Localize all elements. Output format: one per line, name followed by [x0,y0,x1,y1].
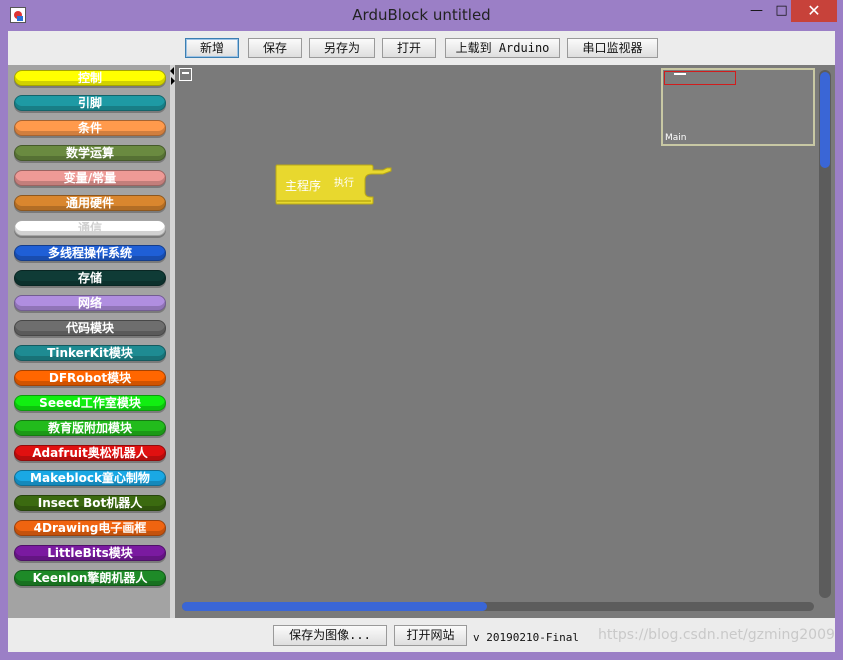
main-block-label: 主程序 [285,179,322,193]
version-label: v 20190210-Final [473,631,579,644]
category-button[interactable]: DFRobot模块 [14,370,166,386]
vertical-scrollbar[interactable] [819,70,831,598]
save-button[interactable]: 保存 [248,38,302,58]
new-button[interactable]: 新增 [185,38,239,58]
main-program-block[interactable]: 主程序 执行 [275,164,392,205]
category-button[interactable]: TinkerKit模块 [14,345,166,361]
category-button[interactable]: 条件 [14,120,166,136]
watermark-text: https://blog.csdn.net/gzming2009 [598,627,835,643]
category-button[interactable]: Insect Bot机器人 [14,495,166,511]
category-button[interactable]: 数学运算 [14,145,166,161]
category-button[interactable]: 代码模块 [14,320,166,336]
bottom-bar: 保存为图像... 打开网站 v 20190210-Final https://b… [8,618,835,652]
category-button[interactable]: LittleBits模块 [14,545,166,561]
category-button[interactable]: Seeed工作室模块 [14,395,166,411]
category-button[interactable]: 控制 [14,70,166,86]
save-as-button[interactable]: 另存为 [309,38,375,58]
category-button[interactable]: 多线程操作系统 [14,245,166,261]
minimap[interactable]: Main [661,68,815,146]
window-title: ArduBlock untitled [352,6,491,24]
open-button[interactable]: 打开 [382,38,436,58]
collapse-left-arrow-icon[interactable] [170,67,174,75]
workspace-canvas[interactable]: 主程序 执行 Main [175,65,835,618]
open-website-button[interactable]: 打开网站 [394,625,467,646]
serial-monitor-button[interactable]: 串口监视器 [567,38,658,58]
category-button[interactable]: 通信 [14,220,166,236]
main-block-execute-label: 执行 [334,178,354,189]
horizontal-scrollbar[interactable] [182,602,814,611]
minimap-page-label: Main [665,133,687,143]
title-bar: ArduBlock untitled — □ ✕ [0,0,843,30]
category-button[interactable]: Adafruit奥松机器人 [14,445,166,461]
category-button[interactable]: 教育版附加模块 [14,420,166,436]
minimize-button[interactable]: — [743,0,770,22]
category-button[interactable]: Keenlon擎朗机器人 [14,570,166,586]
toolbar: 新增 保存 另存为 打开 上载到 Arduino 串口监视器 [8,31,835,65]
category-button[interactable]: 网络 [14,295,166,311]
app-window: ArduBlock untitled — □ ✕ 新增 保存 另存为 打开 上载… [0,0,843,660]
category-button[interactable]: 变量/常量 [14,170,166,186]
horizontal-scroll-thumb[interactable] [182,602,487,611]
block-category-palette: 控制引脚条件数学运算变量/常量通用硬件通信多线程操作系统 存储网络代码模块 Tink… [8,65,170,618]
content-area: 新增 保存 另存为 打开 上载到 Arduino 串口监视器 控制引脚条件数学运… [8,31,835,652]
category-button[interactable]: Makeblock童心制物 [14,470,166,486]
category-button[interactable]: 引脚 [14,95,166,111]
vertical-scroll-thumb[interactable] [820,72,830,168]
category-button[interactable]: 4Drawing电子画框 [14,520,166,536]
close-button[interactable]: ✕ [791,0,837,22]
save-as-image-button[interactable]: 保存为图像... [273,625,387,646]
minimap-block [674,73,686,75]
category-button[interactable]: 通用硬件 [14,195,166,211]
upload-to-arduino-button[interactable]: 上载到 Arduino [445,38,560,58]
category-button[interactable]: 存储 [14,270,166,286]
collapse-all-icon[interactable] [179,68,192,81]
